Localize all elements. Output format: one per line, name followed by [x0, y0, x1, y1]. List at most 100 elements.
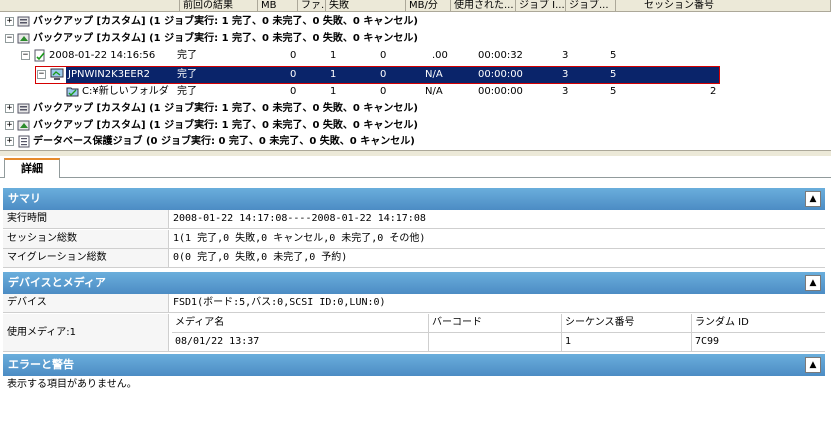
expand-icon[interactable]: + [5, 137, 14, 146]
cell-mb-per-min: .00 [432, 50, 448, 61]
tree-row-host-selected[interactable]: − JPNWIN2K3EER2 完了 0 1 0 N/A 00:00:00 3 … [0, 66, 831, 83]
column-header-bar: 前回の結果 MB ファ... 失敗 MB/分 使用された... ジョブ I...… [0, 0, 831, 12]
cell-failed: 0 [380, 69, 387, 80]
tab-strip: 詳細 [0, 156, 831, 179]
tree-row-label: データベース保護ジョブ (0 ジョブ実行: 0 完了、0 未完了、0 失敗、0 … [33, 136, 415, 147]
folder-path: C:¥新しいフォルダ [82, 86, 169, 97]
cell-result: 完了 [177, 69, 197, 80]
section-devices-header[interactable]: デバイスとメディア ▲ [3, 272, 825, 294]
tree-row-label: バックアップ [カスタム] (1 ジョブ実行: 1 完了、0 未完了、0 失敗、… [33, 120, 418, 131]
cell-time-used: 00:00:32 [478, 50, 523, 61]
detail-value: FSD1(ボード:5,バス:0,SCSI ID:0,LUN:0) [173, 297, 386, 308]
cell-files: 1 [330, 50, 337, 61]
column-header-files[interactable]: ファ... [298, 0, 326, 12]
detail-label: 使用メディア:1 [3, 314, 169, 351]
media-value-name: 08/01/22 13:37 [172, 333, 429, 352]
cell-job-no: 5 [610, 50, 617, 61]
cell-job-id: 3 [562, 50, 569, 61]
detail-label: デバイス [3, 294, 169, 312]
column-header-failed[interactable]: 失敗 [326, 0, 406, 12]
detail-pane: サマリ ▲ 実行時間 2008-01-22 14:17:08----2008-0… [0, 178, 831, 422]
expand-icon[interactable]: + [5, 17, 14, 26]
column-header-last-result[interactable]: 前回の結果 [180, 0, 258, 12]
media-table: メディア名 バーコード シーケンス番号 ランダム ID 08/01/22 13:… [172, 314, 825, 352]
summary-row-migrations: マイグレーション総数 0(0 完了,0 失敗,0 未完了,0 予約) [3, 249, 825, 268]
tree-row-db-protection[interactable]: + データベース保護ジョブ (0 ジョブ実行: 0 完了、0 未完了、0 失敗、… [0, 133, 831, 150]
backup-job-icon [17, 16, 30, 27]
tab-details[interactable]: 詳細 [4, 158, 60, 179]
cell-mb: 0 [290, 69, 297, 80]
collapse-icon[interactable]: − [37, 70, 46, 79]
cell-job-no: 5 [610, 69, 617, 80]
session-icon [34, 49, 45, 62]
expand-icon[interactable]: + [5, 121, 14, 130]
folder-icon [66, 87, 79, 97]
section-title: サマリ [8, 192, 41, 205]
tree-row-backup-group-expanded[interactable]: − バックアップ [カスタム] (1 ジョブ実行: 1 完了、0 未完了、0 失… [0, 30, 831, 47]
expand-icon[interactable]: + [5, 104, 14, 113]
media-value-sequence: 1 [562, 333, 692, 352]
section-summary-header[interactable]: サマリ ▲ [3, 188, 825, 210]
cell-time-used: 00:00:00 [478, 86, 523, 97]
tree-row-label: バックアップ [カスタム] (1 ジョブ実行: 1 完了、0 未完了、0 失敗、… [33, 103, 418, 114]
media-header-barcode: バーコード [429, 314, 562, 333]
column-header-session-no[interactable]: セッション番号 [616, 0, 831, 12]
tree-row-session[interactable]: − 2008-01-22 14:16:56 完了 0 1 0 .00 00:00… [0, 47, 831, 64]
column-header-job-id[interactable]: ジョブ I... [516, 0, 566, 12]
backup-job-icon [17, 120, 30, 131]
tree-row-backup-group[interactable]: + バックアップ [カスタム] (1 ジョブ実行: 1 完了、0 未完了、0 失… [0, 117, 831, 134]
database-job-icon [18, 135, 30, 148]
cell-files: 1 [330, 69, 337, 80]
tree-row-backup-group[interactable]: + バックアップ [カスタム] (1 ジョブ実行: 1 完了、0 未完了、0 失… [0, 100, 831, 117]
errors-row-message: 表示する項目がありません。 [3, 376, 825, 395]
cell-job-no: 5 [610, 86, 617, 97]
column-header-mb-per-min[interactable]: MB/分 [406, 0, 451, 12]
tree-row-folder[interactable]: C:¥新しいフォルダ 完了 0 1 0 N/A 00:00:00 3 5 2 [0, 83, 831, 100]
tree-row-backup-group[interactable]: + バックアップ [カスタム] (1 ジョブ実行: 1 完了、0 未完了、0 失… [0, 13, 831, 30]
detail-value: 2008-01-22 14:17:08----2008-01-22 14:17:… [173, 213, 426, 224]
column-header-mb[interactable]: MB [258, 0, 298, 12]
column-header-name[interactable] [0, 0, 180, 12]
cell-failed: 0 [380, 50, 387, 61]
cell-job-id: 3 [562, 86, 569, 97]
media-value-barcode [429, 333, 562, 352]
section-title: エラーと警告 [8, 358, 74, 371]
collapse-icon[interactable]: − [5, 34, 14, 43]
job-history-grid: 前回の結果 MB ファ... 失敗 MB/分 使用された... ジョブ I...… [0, 0, 831, 150]
cell-session-no: 2 [710, 86, 717, 97]
section-title: デバイスとメディア [8, 276, 106, 289]
column-header-job-no[interactable]: ジョブ... [566, 0, 616, 12]
detail-label: マイグレーション総数 [3, 249, 169, 267]
detail-label: 実行時間 [3, 210, 169, 228]
collapse-section-icon[interactable]: ▲ [805, 275, 821, 291]
media-header-name: メディア名 [172, 314, 429, 333]
collapse-section-icon[interactable]: ▲ [805, 357, 821, 373]
collapse-icon[interactable]: − [21, 51, 30, 60]
cell-mb-per-min: N/A [425, 86, 443, 97]
cell-result: 完了 [177, 86, 197, 97]
media-header-sequence: シーケンス番号 [562, 314, 692, 333]
computer-icon [50, 68, 64, 80]
detail-value: 0(0 完了,0 失敗,0 未完了,0 予約) [173, 252, 348, 263]
cell-time-used: 00:00:00 [478, 69, 523, 80]
summary-row-runtime: 実行時間 2008-01-22 14:17:08----2008-01-22 1… [3, 210, 825, 229]
backup-job-icon [17, 33, 30, 44]
detail-label: セッション総数 [3, 230, 169, 248]
media-header-random-id: ランダム ID [692, 314, 825, 333]
session-date: 2008-01-22 14:16:56 [49, 50, 156, 61]
media-value-random-id: 7C99 [695, 336, 720, 347]
column-header-time-used[interactable]: 使用された... [451, 0, 516, 12]
collapse-section-icon[interactable]: ▲ [805, 191, 821, 207]
cell-mb-per-min: N/A [425, 69, 443, 80]
cell-result: 完了 [177, 50, 197, 61]
tree-row-label: バックアップ [カスタム] (1 ジョブ実行: 1 完了、0 未完了、0 失敗、… [33, 16, 418, 27]
tree-row-label: バックアップ [カスタム] (1 ジョブ実行: 1 完了、0 未完了、0 失敗、… [33, 33, 418, 44]
cell-job-id: 3 [562, 69, 569, 80]
section-errors-header[interactable]: エラーと警告 ▲ [3, 354, 825, 376]
selection-highlight [66, 66, 720, 83]
summary-row-sessions: セッション総数 1(1 完了,0 失敗,0 キャンセル,0 未完了,0 その他) [3, 230, 825, 249]
backup-job-icon [17, 103, 30, 114]
host-name: JPNWIN2K3EER2 [68, 69, 151, 80]
devices-row-device: デバイス FSD1(ボード:5,バス:0,SCSI ID:0,LUN:0) [3, 294, 825, 313]
detail-value: 1(1 完了,0 失敗,0 キャンセル,0 未完了,0 その他) [173, 233, 426, 244]
